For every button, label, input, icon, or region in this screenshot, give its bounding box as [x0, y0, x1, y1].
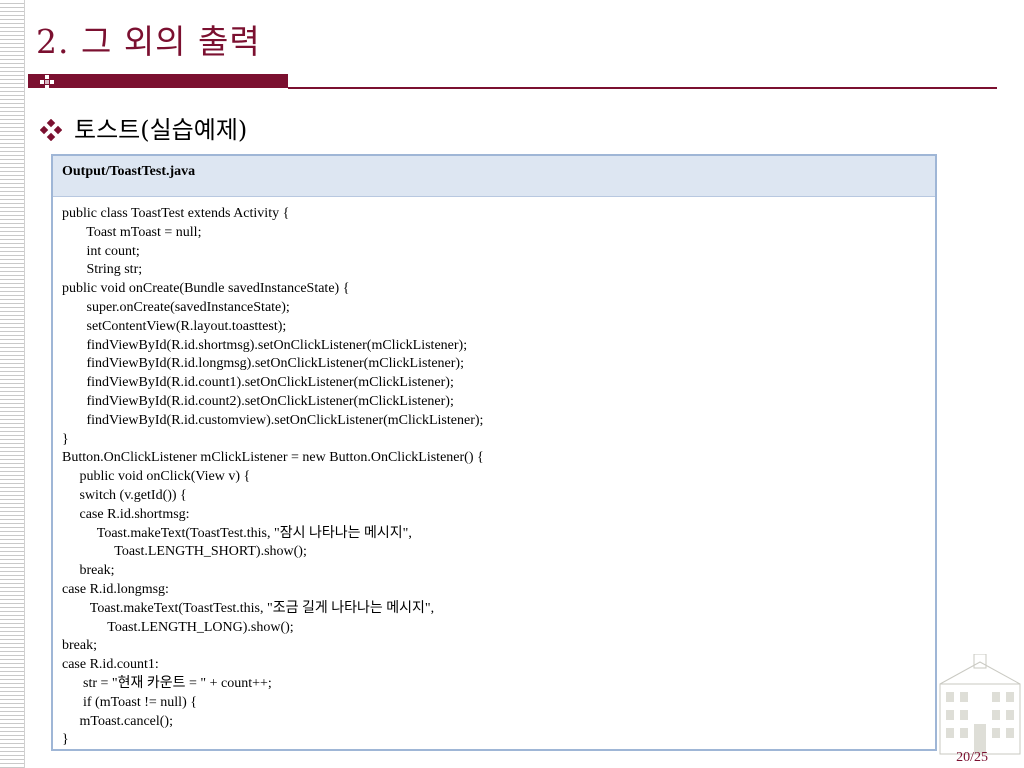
code-line: str = "현재 카운트 = " + count++; — [62, 675, 272, 691]
code-line: switch (v.getId()) { — [62, 487, 187, 503]
page-number: 20/25 — [956, 750, 988, 765]
code-line: mToast.cancel(); — [62, 713, 173, 729]
code-line: findViewById(R.id.count1).setOnClickList… — [62, 375, 454, 391]
code-line: public void onClick(View v) { — [62, 469, 251, 485]
code-line: findViewById(R.id.customview).setOnClick… — [62, 412, 484, 428]
code-line: findViewById(R.id.shortmsg).setOnClickLi… — [62, 337, 468, 353]
code-line: Toast.makeText(ToastTest.this, "잠시 나타나는 … — [62, 525, 412, 541]
code-line: break; — [62, 563, 115, 579]
code-line: int count; — [62, 243, 140, 259]
code-line: public void onCreate(Bundle savedInstanc… — [62, 281, 350, 297]
code-body: public class ToastTest extends Activity … — [53, 197, 935, 749]
code-line: } — [62, 431, 69, 447]
code-filename-header: Output/ToastTest.java — [53, 156, 935, 197]
title-underline-block — [28, 74, 288, 88]
code-line: public class ToastTest extends Activity … — [62, 206, 290, 221]
code-line: Toast mToast = null; — [62, 224, 202, 240]
code-line: setContentView(R.layout.toasttest); — [62, 318, 287, 334]
building-watermark-image — [939, 654, 1021, 755]
code-line: findViewById(R.id.longmsg).setOnClickLis… — [62, 356, 464, 372]
code-line: case R.id.shortmsg: — [62, 506, 190, 522]
slide-title: 2. 그 외의 출력 — [36, 22, 261, 61]
code-line: } — [62, 732, 69, 748]
title-underline-rule — [288, 87, 997, 89]
bullet-text: 토스트(실습예제) — [74, 116, 248, 144]
code-line: Toast.LENGTH_LONG).show(); — [62, 619, 294, 635]
code-line: Toast.makeText(ToastTest.this, "조금 길게 나타… — [62, 600, 435, 616]
code-line: Button.OnClickListener mClickListener = … — [62, 450, 484, 466]
bullet-item: 토스트(실습예제) — [40, 112, 247, 148]
diamond-bullet-icon — [40, 119, 62, 141]
code-line: case R.id.count1: — [62, 657, 159, 673]
code-listing-box: Output/ToastTest.java public class Toast… — [51, 154, 937, 751]
code-line: break; — [62, 638, 97, 654]
code-line: super.onCreate(savedInstanceState); — [62, 299, 290, 315]
code-line: Toast.LENGTH_SHORT).show(); — [62, 544, 307, 560]
code-line: findViewById(R.id.count2).setOnClickList… — [62, 393, 454, 409]
checker-mark-icon — [40, 75, 54, 89]
code-line: case R.id.longmsg: — [62, 581, 169, 597]
code-line: if (mToast != null) { — [62, 694, 197, 710]
left-decorative-strip — [0, 0, 25, 768]
code-line: String str; — [62, 262, 143, 278]
